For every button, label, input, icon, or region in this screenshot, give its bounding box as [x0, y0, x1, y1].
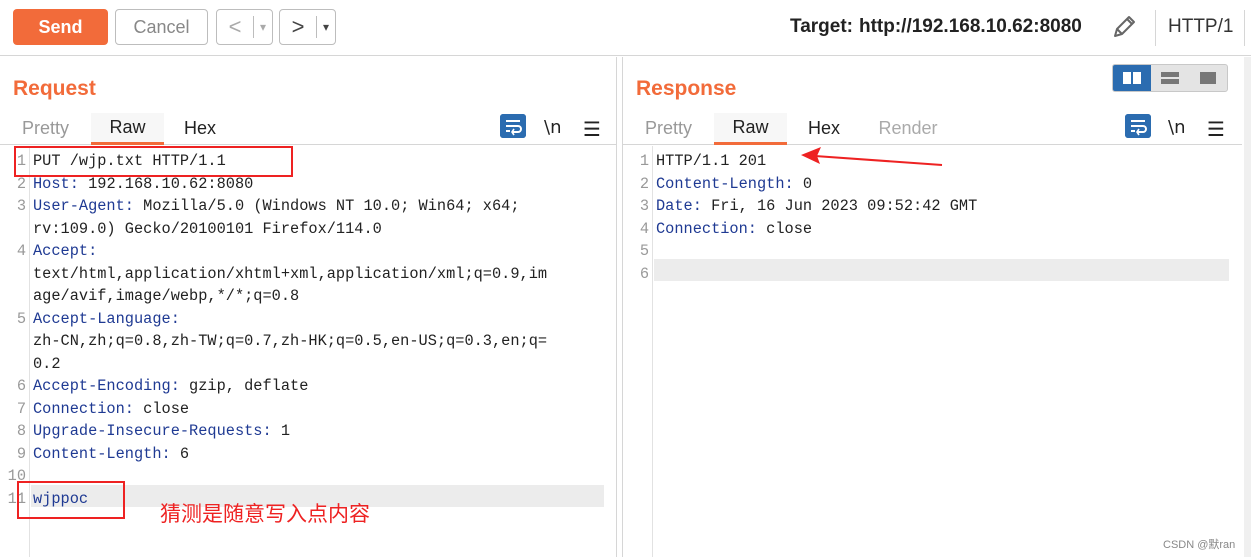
header-value: Fri, 16 Jun 2023 09:52:42 GMT: [701, 197, 978, 215]
header-name: User-Agent:: [33, 197, 134, 215]
line-content: Content-Length: 6: [33, 443, 189, 466]
line-content: text/html,application/xhtml+xml,applicat…: [33, 263, 547, 286]
split-horizontal-icon[interactable]: [1113, 65, 1151, 91]
scrollbar[interactable]: [1244, 57, 1251, 557]
line-number: 7: [16, 399, 26, 418]
header-value: 192.168.10.62:8080: [78, 174, 254, 193]
tab-pretty[interactable]: Pretty: [8, 113, 83, 144]
request-title: Request: [13, 77, 96, 100]
header-name: Connection:: [33, 399, 134, 418]
chevron-down-icon[interactable]: ▾: [317, 20, 335, 34]
header-value: 0: [793, 174, 813, 193]
line-number: 6: [639, 264, 649, 283]
cancel-button[interactable]: Cancel: [115, 9, 208, 45]
header-value: 1: [271, 422, 291, 440]
menu-icon[interactable]: ☰: [583, 117, 601, 141]
line-number: 3: [16, 197, 26, 215]
annotation-arrow: [801, 147, 943, 166]
layout-toggle: [1112, 64, 1228, 92]
line-content: Upgrade-Insecure-Requests: 1: [33, 420, 290, 443]
line-content: rv:109.0) Gecko/20100101 Firefox/114.0: [33, 218, 382, 241]
line-number: 2: [639, 174, 649, 193]
header-name: Accept:: [33, 242, 98, 260]
tab-hex[interactable]: Hex: [170, 113, 230, 144]
line-number: 6: [16, 377, 26, 395]
tab-render[interactable]: Render: [868, 113, 948, 144]
line-content: zh-CN,zh;q=0.8,zh-TW;q=0.7,zh-HK;q=0.5,e…: [33, 330, 547, 353]
header-value: age/avif,image/webp,*/*;q=0.8: [33, 287, 300, 305]
newline-toggle-icon[interactable]: \n: [544, 117, 561, 138]
header-name: Upgrade-Insecure-Requests:: [33, 422, 272, 440]
header-value: 6: [170, 444, 190, 463]
header-name: Accept-Encoding:: [33, 377, 180, 395]
header-name: Accept-Language:: [33, 309, 180, 328]
line-number: 4: [639, 219, 649, 238]
divider: [1244, 10, 1245, 46]
single-pane-icon[interactable]: [1189, 65, 1227, 91]
response-panel: Response Pretty Raw Hex Render \n ☰ 1 HTT…: [622, 57, 1242, 557]
header-name: Connection:: [656, 219, 757, 238]
tab-raw[interactable]: Raw: [714, 113, 787, 145]
line-number: 5: [16, 309, 26, 328]
send-button[interactable]: Send: [13, 9, 108, 45]
header-value: close: [756, 219, 813, 238]
line-content: Accept:: [33, 240, 97, 263]
header-value: Mozilla/5.0 (Windows NT 10.0; Win64; x64…: [133, 197, 520, 215]
annotation-box-body: [17, 481, 125, 519]
split-vertical-icon[interactable]: [1151, 65, 1189, 91]
target-url: http://192.168.10.62:8080: [858, 16, 1082, 37]
header-name: Content-Length:: [656, 174, 794, 193]
response-title: Response: [636, 77, 737, 100]
line-number: 4: [16, 242, 26, 260]
line-content: 0.2: [33, 353, 61, 376]
chevron-right-icon: >: [291, 14, 305, 39]
header-value: 0.2: [33, 354, 61, 373]
divider: [1155, 10, 1156, 46]
line-number: 3: [639, 197, 649, 215]
line-content: Date: Fri, 16 Jun 2023 09:52:42 GMT: [656, 195, 977, 218]
header-value: HTTP/1.1 201: [656, 152, 767, 170]
line-content: Content-Length: 0: [656, 173, 812, 196]
current-line-highlight: [654, 259, 1229, 281]
response-editor[interactable]: 1 HTTP/1.1 201 2 Content-Length: 0 3 Date: Fr…: [623, 146, 1242, 557]
tab-pretty[interactable]: Pretty: [631, 113, 706, 144]
annotation-note: 猜测是随意写入点内容: [160, 502, 370, 526]
line-number: 1: [639, 152, 649, 170]
header-name: Host:: [33, 174, 79, 193]
line-content: Connection: close: [656, 218, 812, 241]
line-content: User-Agent: Mozilla/5.0 (Windows NT 10.0…: [33, 195, 520, 218]
target-label: Target:: [790, 16, 853, 37]
header-value: text/html,application/xhtml+xml,applicat…: [33, 264, 548, 283]
watermark: CSDN @默ran: [1163, 539, 1236, 551]
back-button[interactable]: < ▾: [216, 9, 273, 45]
word-wrap-icon[interactable]: [1125, 114, 1151, 138]
line-number: 5: [639, 242, 649, 260]
header-name: Date:: [656, 197, 702, 215]
forward-button[interactable]: > ▾: [279, 9, 336, 45]
tab-raw[interactable]: Raw: [91, 113, 164, 145]
line-content: age/avif,image/webp,*/*;q=0.8: [33, 285, 299, 308]
header-value: rv:109.0) Gecko/20100101 Firefox/114.0: [33, 219, 382, 238]
chevron-left-icon: <: [228, 14, 242, 39]
annotation-box-request-line: [14, 146, 293, 177]
line-number: 8: [16, 422, 26, 440]
line-content: Connection: close: [33, 398, 189, 421]
newline-toggle-icon[interactable]: \n: [1168, 117, 1185, 138]
pencil-icon[interactable]: [1110, 13, 1138, 41]
word-wrap-icon[interactable]: [500, 114, 526, 138]
line-content: HTTP/1.1 201: [656, 150, 766, 173]
http-version-selector[interactable]: HTTP/1: [1168, 16, 1233, 38]
toolbar: Send Cancel < ▾ > ▾ Target: http://192.16…: [0, 0, 1251, 56]
header-name: Content-Length:: [33, 444, 171, 463]
header-value: close: [133, 399, 190, 418]
menu-icon[interactable]: ☰: [1207, 117, 1225, 141]
target-display: Target: http://192.168.10.62:8080: [790, 16, 1082, 38]
line-number: 9: [16, 444, 26, 463]
header-value: zh-CN,zh;q=0.8,zh-TW;q=0.7,zh-HK;q=0.5,e…: [33, 332, 548, 350]
tab-hex[interactable]: Hex: [793, 113, 855, 144]
header-value: gzip, deflate: [179, 377, 309, 395]
chevron-down-icon[interactable]: ▾: [254, 20, 272, 34]
line-content: Accept-Language:: [33, 308, 180, 331]
line-content: Accept-Encoding: gzip, deflate: [33, 375, 308, 398]
